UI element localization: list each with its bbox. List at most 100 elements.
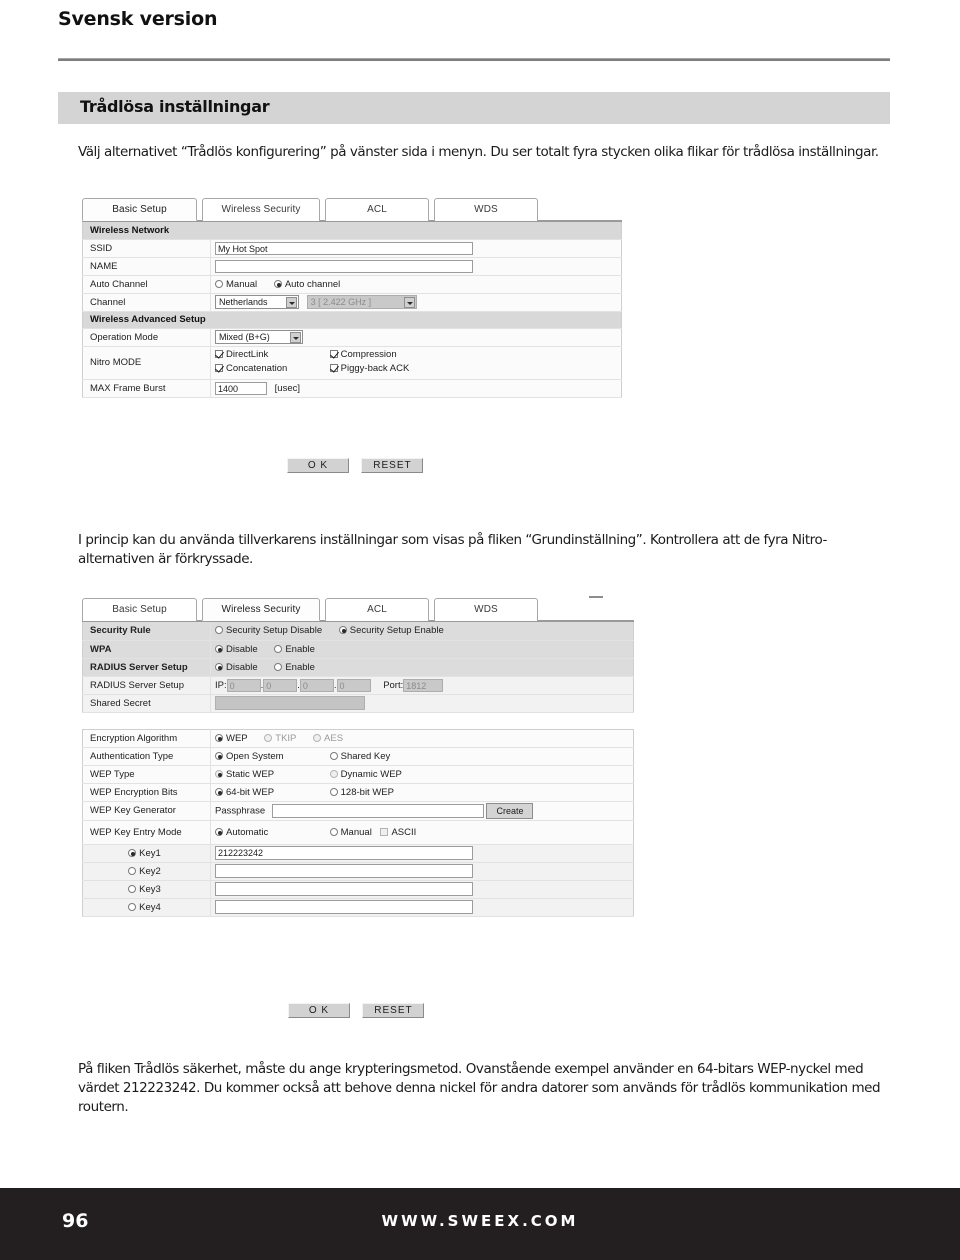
- radio-option-radius-disable[interactable]: Disable: [215, 662, 258, 673]
- max-frame-burst-input[interactable]: 1400: [215, 381, 267, 395]
- radio-key3-icon[interactable]: [128, 884, 137, 893]
- radio-auto-channel-icon[interactable]: [273, 279, 282, 288]
- ip-octet3-input[interactable]: 0: [299, 678, 334, 692]
- key1-input[interactable]: 212223242: [215, 846, 473, 860]
- radio-option-128bit-wep[interactable]: 128-bit WEP: [329, 787, 394, 798]
- radio-security-disable-icon[interactable]: [215, 626, 223, 635]
- channel-value-select[interactable]: 3 [ 2.422 GHz ]: [306, 295, 417, 309]
- key2-input[interactable]: [215, 864, 473, 878]
- tab-basic-setup[interactable]: Basic Setup: [82, 198, 197, 221]
- radio-option-security-disable[interactable]: Security Setup Disable: [215, 625, 322, 636]
- radio-option-aes[interactable]: AES: [313, 733, 343, 744]
- checkbox-compression-icon[interactable]: [329, 349, 338, 358]
- radio-manual-entry-icon[interactable]: [329, 827, 338, 836]
- ip-octet4-input[interactable]: 0: [336, 678, 371, 692]
- radio-wpa-disable-icon[interactable]: [215, 644, 223, 653]
- key4-input[interactable]: [215, 900, 473, 914]
- checkbox-option-ascii[interactable]: ASCII: [380, 827, 416, 838]
- radio-shared-key-icon[interactable]: [329, 751, 338, 760]
- radio-radius-disable-icon[interactable]: [215, 662, 223, 671]
- radio-option-dynamic-wep[interactable]: Dynamic WEP: [329, 769, 402, 780]
- radio-option-radius-enable[interactable]: Enable: [274, 662, 315, 673]
- radio-wep-icon[interactable]: [215, 733, 223, 742]
- checkbox-piggyback-icon[interactable]: [329, 363, 338, 372]
- checkbox-option-piggyback-ack[interactable]: Piggy-back ACK: [329, 363, 409, 374]
- radio-security-enable-icon[interactable]: [338, 626, 347, 635]
- radio-aes-label: AES: [324, 732, 344, 744]
- router-screenshot-basic-setup: Basic Setup Wireless Security ACL WDS Wi…: [82, 198, 622, 398]
- radio-option-wep[interactable]: WEP: [215, 733, 248, 744]
- key2-value-cell: [210, 862, 634, 881]
- ok-button[interactable]: O K: [288, 1003, 350, 1018]
- wep-bits-cell: 64-bit WEP 128-bit WEP: [210, 783, 634, 802]
- checkbox-directlink-icon[interactable]: [215, 349, 223, 358]
- row-max-frame-burst: MAX Frame Burst 1400 [usec]: [82, 379, 622, 398]
- radio-option-auto-channel[interactable]: Auto channel: [273, 279, 340, 290]
- channel-country-select[interactable]: Netherlands: [215, 295, 299, 309]
- radio-key4-icon[interactable]: [128, 902, 137, 911]
- shared-secret-input[interactable]: [215, 696, 365, 710]
- ip-octet2-input[interactable]: 0: [263, 678, 298, 692]
- tab-basic-setup[interactable]: Basic Setup: [82, 598, 197, 621]
- tab-acl[interactable]: ACL: [325, 598, 429, 621]
- ssid-input[interactable]: My Hot Spot: [215, 241, 473, 255]
- row-name: NAME: [82, 257, 622, 276]
- radio-option-manual-entry[interactable]: Manual: [329, 827, 372, 838]
- ip-octet1-input[interactable]: 0: [226, 678, 261, 692]
- radio-option-64bit-wep[interactable]: 64-bit WEP: [215, 787, 313, 798]
- port-input[interactable]: 1812: [403, 678, 444, 692]
- radio-manual-icon[interactable]: [215, 279, 223, 288]
- operation-mode-select[interactable]: Mixed (B+G): [215, 330, 303, 344]
- checkbox-concatenation-label: Concatenation: [226, 362, 288, 374]
- radio-key2-icon[interactable]: [128, 866, 137, 875]
- radio-option-tkip[interactable]: TKIP: [264, 733, 296, 744]
- ip-prefix-label: IP:: [215, 679, 227, 691]
- create-button[interactable]: Create: [486, 802, 534, 819]
- radio-open-system-icon[interactable]: [215, 751, 223, 760]
- radio-option-shared-key[interactable]: Shared Key: [329, 751, 390, 762]
- passphrase-input[interactable]: [271, 803, 484, 818]
- radio-option-automatic[interactable]: Automatic: [215, 827, 313, 838]
- radio-option-static-wep[interactable]: Static WEP: [215, 769, 313, 780]
- ok-button[interactable]: O K: [287, 458, 349, 473]
- radio-64bit-wep-label: 64-bit WEP: [226, 786, 275, 798]
- radio-64bit-wep-icon[interactable]: [215, 787, 223, 796]
- key3-input[interactable]: [215, 882, 473, 896]
- checkbox-concatenation-icon[interactable]: [215, 363, 223, 372]
- radio-option-manual[interactable]: Manual: [215, 279, 257, 290]
- checkbox-option-compression[interactable]: Compression: [329, 349, 397, 360]
- tabbar-basic: Basic Setup Wireless Security ACL WDS: [82, 198, 622, 222]
- radio-option-wpa-disable[interactable]: Disable: [215, 644, 258, 655]
- tab-wireless-security[interactable]: Wireless Security: [202, 198, 320, 221]
- radio-tkip-icon[interactable]: [264, 733, 273, 742]
- channel-country-value: Netherlands: [219, 297, 268, 307]
- checkbox-ascii-icon[interactable]: [380, 827, 389, 836]
- reset-button[interactable]: RESET: [361, 458, 424, 473]
- radio-radius-enable-icon[interactable]: [274, 662, 283, 671]
- chevron-down-icon[interactable]: [286, 297, 297, 308]
- radio-option-wpa-enable[interactable]: Enable: [274, 644, 315, 655]
- wep-entry-cell: Automatic Manual ASCII: [210, 820, 634, 845]
- header-divider: [58, 58, 890, 61]
- radio-security-disable-label: Security Setup Disable: [226, 625, 323, 637]
- reset-button[interactable]: RESET: [362, 1003, 425, 1018]
- radio-128bit-wep-icon[interactable]: [329, 787, 338, 796]
- radio-option-open-system[interactable]: Open System: [215, 751, 313, 762]
- tab-wireless-security[interactable]: Wireless Security: [202, 598, 320, 621]
- outro-paragraph: På fliken Trådlös säkerhet, måste du ang…: [78, 1061, 881, 1115]
- checkbox-option-concatenation[interactable]: Concatenation: [215, 363, 313, 374]
- chevron-down-icon[interactable]: [403, 297, 415, 308]
- radio-static-wep-icon[interactable]: [215, 769, 223, 778]
- radio-option-security-enable[interactable]: Security Setup Enable: [338, 625, 444, 636]
- tab-wds[interactable]: WDS: [434, 198, 538, 221]
- radio-aes-icon[interactable]: [313, 733, 322, 742]
- radio-wpa-enable-icon[interactable]: [274, 644, 283, 653]
- radio-automatic-icon[interactable]: [215, 827, 223, 836]
- checkbox-option-directlink[interactable]: DirectLink: [215, 349, 313, 360]
- name-input[interactable]: [215, 259, 473, 273]
- chevron-down-icon[interactable]: [290, 332, 301, 343]
- radio-key1-icon[interactable]: [128, 848, 137, 857]
- tab-acl[interactable]: ACL: [325, 198, 429, 221]
- tab-wds[interactable]: WDS: [434, 598, 538, 621]
- radio-dynamic-wep-icon[interactable]: [329, 769, 338, 778]
